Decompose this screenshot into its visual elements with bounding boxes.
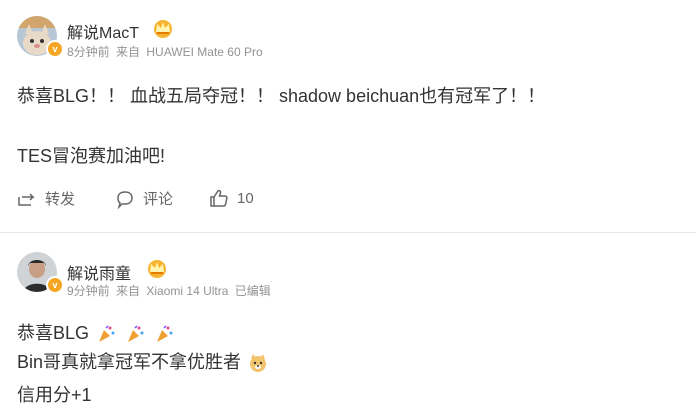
crown-icon xyxy=(152,18,174,38)
like-button[interactable]: 10 xyxy=(209,188,254,208)
like-icon xyxy=(210,189,228,207)
crown-icon xyxy=(146,258,168,278)
comment-label: 评论 xyxy=(143,191,174,208)
verified-badge-icon: v xyxy=(46,276,64,294)
post-text-line: Bin哥真就拿冠军不拿优胜者 xyxy=(17,349,270,376)
edited-label[interactable]: 已编辑 xyxy=(235,284,271,298)
post-meta: 9分钟前 来自 Xiaomi 14 Ultra 已编辑 xyxy=(67,282,274,299)
post-source[interactable]: HUAWEI Mate 60 Pro xyxy=(146,45,262,59)
post-text-line: 恭喜BLG xyxy=(17,320,176,347)
post-text-line: 信用分+1 xyxy=(17,385,92,405)
repost-label: 转发 xyxy=(45,191,76,208)
comment-icon xyxy=(117,190,133,209)
post-text-line: TES冒泡赛加油吧! xyxy=(17,146,166,166)
post-text-line: 恭喜BLG！！ 血战五局夺冠！！ shadow beichuan也有冠军了！！ xyxy=(17,86,546,106)
repost-button[interactable]: 转发 xyxy=(17,188,75,209)
party-popper-icon xyxy=(154,324,174,344)
source-prefix: 来自 xyxy=(116,45,141,59)
post-source[interactable]: Xiaomi 14 Ultra xyxy=(146,284,228,298)
post-actions: 转发 评论 10 xyxy=(0,188,696,216)
source-prefix: 来自 xyxy=(116,284,141,298)
party-popper-icon xyxy=(125,324,145,344)
post-time[interactable]: 9分钟前 xyxy=(67,284,110,298)
verified-badge-icon: v xyxy=(46,40,64,58)
post-meta: 8分钟前 来自 HUAWEI Mate 60 Pro xyxy=(67,43,266,60)
post-time[interactable]: 8分钟前 xyxy=(67,45,110,59)
doge-icon xyxy=(248,353,268,373)
author-name[interactable]: 解说MacT xyxy=(67,19,139,43)
post-card: v 解说MacT 8分钟前 来自 HUAWEI Mate 60 Pro 恭喜BL… xyxy=(0,0,696,232)
like-count: 10 xyxy=(237,189,254,207)
post-text: 恭喜BLG xyxy=(17,323,90,343)
author-name[interactable]: 解说雨童 xyxy=(67,260,131,284)
post-text: Bin哥真就拿冠军不拿优胜者 xyxy=(17,352,242,372)
repost-icon xyxy=(18,192,35,206)
party-popper-icon xyxy=(96,324,116,344)
comment-button[interactable]: 评论 xyxy=(115,188,173,209)
post-card: v 解说雨童 9分钟前 来自 Xiaomi 14 Ultra 已编辑 恭喜BLG… xyxy=(0,232,696,415)
